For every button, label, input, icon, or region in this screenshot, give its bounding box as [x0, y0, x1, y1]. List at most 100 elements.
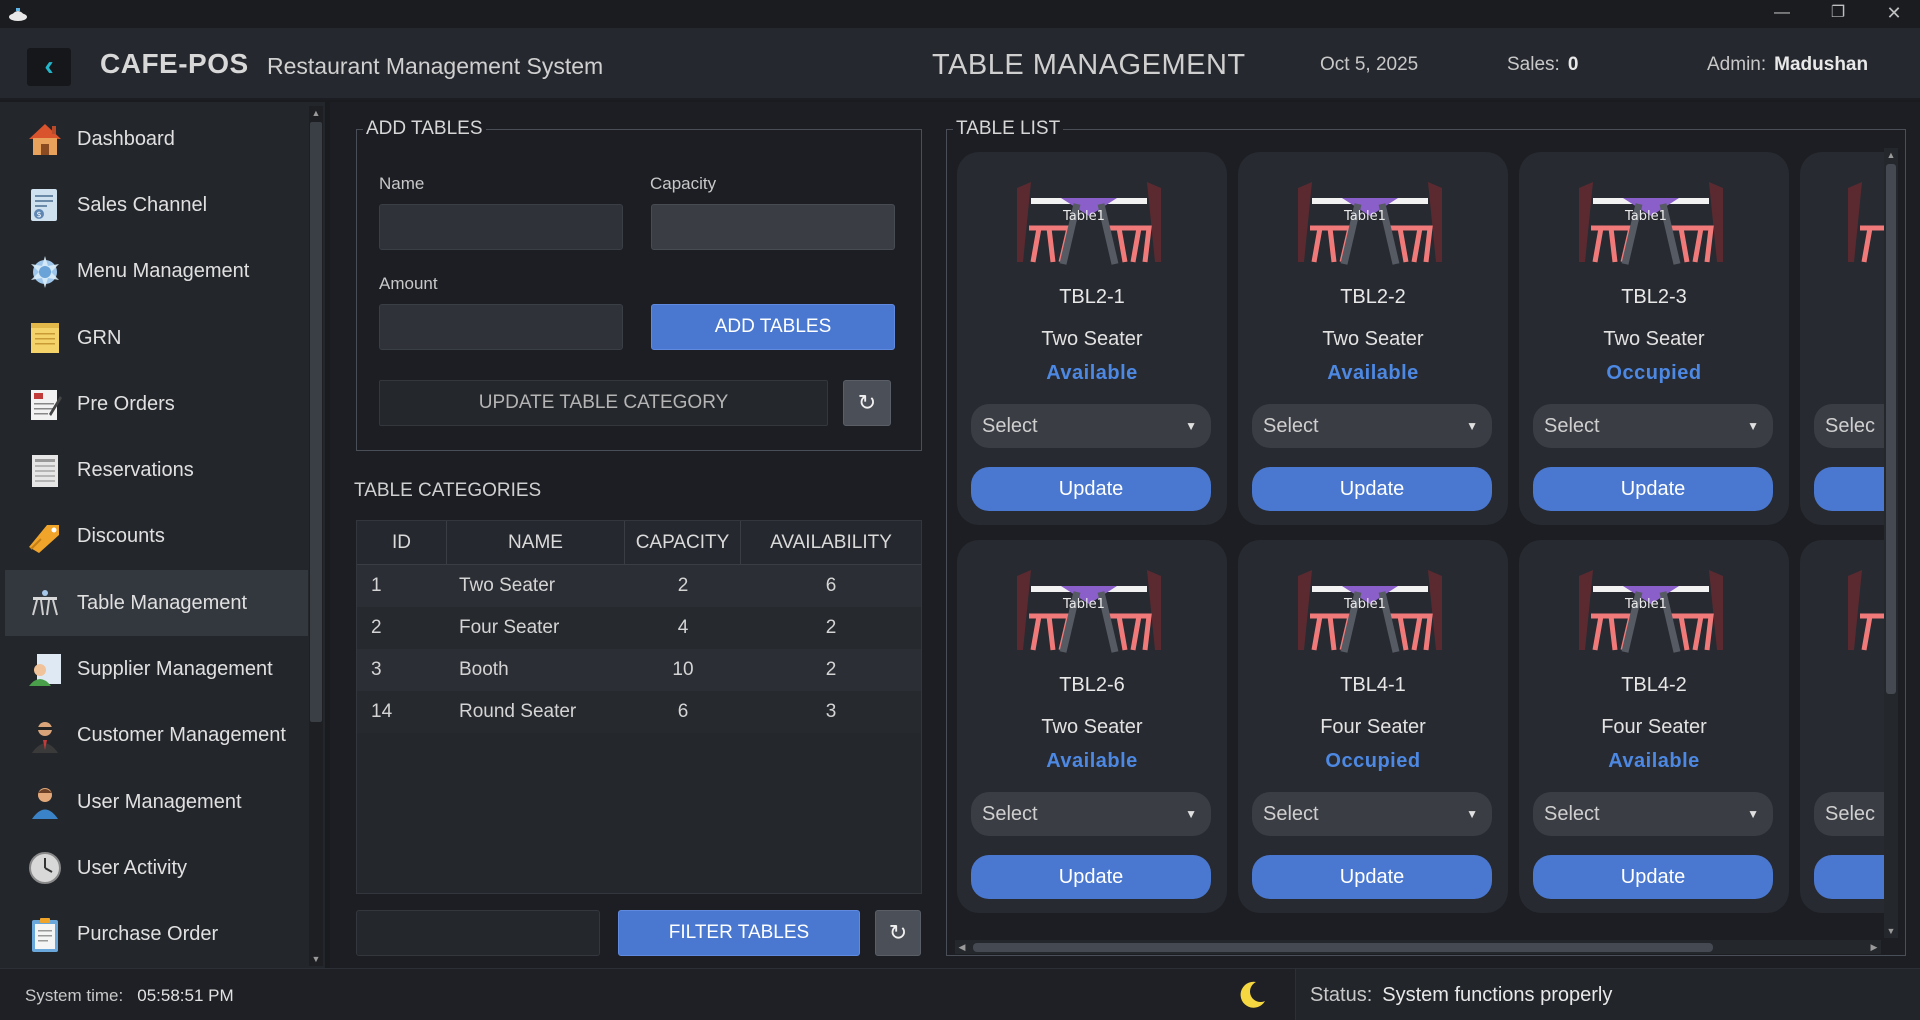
sidebar-item-sales-channel[interactable]: $ Sales Channel — [5, 172, 308, 238]
dining-table-icon — [1848, 570, 1885, 651]
table-card: Table1 TBL2-3 Two Seater Occupied Select… — [1519, 152, 1789, 525]
filter-refresh-button[interactable]: ↻ — [875, 910, 921, 956]
table-image-label: Table1 — [1062, 597, 1105, 612]
table-type: Two Seater — [1603, 328, 1705, 350]
table-row[interactable]: 2 Four Seater 4 2 — [357, 607, 921, 649]
update-button[interactable]: Update — [1533, 855, 1773, 899]
table-header-row: ID NAME CAPACITY AVAILABILITY — [357, 521, 921, 565]
select-placeholder: Select — [982, 415, 1038, 437]
select-placeholder: Select — [982, 803, 1038, 825]
filter-input[interactable] — [356, 910, 600, 956]
caret-down-icon: ▼ — [1185, 807, 1197, 821]
scroll-up-arrow-icon[interactable]: ▲ — [309, 106, 323, 120]
table-image-label: Table1 — [1343, 597, 1386, 612]
admin-indicator: Admin: Madushan — [1707, 54, 1868, 76]
scrollbar-thumb[interactable] — [973, 943, 1713, 952]
status-select[interactable]: Selec — [1814, 792, 1885, 836]
name-input[interactable] — [379, 204, 623, 250]
sidebar-item-reservations[interactable]: Reservations — [5, 437, 308, 503]
status-select[interactable]: Select ▼ — [971, 792, 1211, 836]
scroll-up-arrow-icon[interactable]: ▲ — [1884, 148, 1898, 162]
status-select[interactable]: Selec — [1814, 404, 1885, 448]
cell-name: Round Seater — [459, 701, 577, 722]
scroll-down-arrow-icon[interactable]: ▼ — [309, 952, 323, 966]
table-list-vertical-scrollbar[interactable]: ▲ ▼ — [1884, 148, 1898, 938]
update-button[interactable]: Update — [971, 467, 1211, 511]
table-row[interactable]: 3 Booth 10 2 — [357, 649, 921, 691]
main-content: ADD TABLES Name Capacity Amount ADD TABL… — [330, 102, 1920, 968]
sidebar-item-discounts[interactable]: Discounts — [5, 504, 308, 570]
status-panel: Status: System functions properly — [1295, 969, 1920, 1020]
scrollbar-thumb[interactable] — [310, 122, 322, 722]
column-header-availability[interactable]: AVAILABILITY — [741, 521, 921, 564]
column-header-name[interactable]: NAME — [447, 521, 625, 564]
sales-value: 0 — [1567, 54, 1579, 75]
table-image-label: Table1 — [1062, 209, 1105, 224]
sidebar-item-grn[interactable]: GRN — [5, 305, 308, 371]
sidebar-item-user-management[interactable]: User Management — [5, 769, 308, 835]
table-type: Four Seater — [1601, 716, 1707, 738]
update-button[interactable] — [1814, 855, 1885, 899]
caret-down-icon: ▼ — [1747, 419, 1759, 433]
caret-down-icon: ▼ — [1747, 807, 1759, 821]
status-select[interactable]: Select ▼ — [971, 404, 1211, 448]
system-time: System time: 05:58:51 PM — [25, 986, 234, 1006]
scroll-down-arrow-icon[interactable]: ▼ — [1884, 924, 1898, 938]
table-row[interactable]: 1 Two Seater 2 6 — [357, 565, 921, 607]
column-header-id[interactable]: ID — [357, 521, 447, 564]
sidebar-item-label: Table Management — [77, 591, 248, 614]
sidebar-item-menu-management[interactable]: Menu Management — [5, 239, 308, 305]
status-select[interactable]: Select ▼ — [1533, 792, 1773, 836]
table-card: Table1 TBL4-2 Four Seater Available Sele… — [1519, 540, 1789, 913]
update-button[interactable]: Update — [971, 855, 1211, 899]
refresh-button[interactable]: ↻ — [843, 380, 891, 426]
scrollbar-thumb[interactable] — [1886, 164, 1896, 694]
capacity-select[interactable] — [651, 204, 895, 250]
select-placeholder: Select — [1544, 415, 1600, 437]
sidebar-scrollbar[interactable]: ▲ ▼ — [309, 106, 323, 966]
update-button[interactable]: Update — [1252, 855, 1492, 899]
sidebar-item-pre-orders[interactable]: Pre Orders — [5, 371, 308, 437]
add-tables-button[interactable]: ADD TABLES — [651, 304, 895, 350]
table-card: Table1 TBL4-1 Four Seater Occupied Selec… — [1238, 540, 1508, 913]
sidebar-item-dashboard[interactable]: Dashboard — [5, 106, 308, 172]
filter-tables-button[interactable]: FILTER TABLES — [618, 910, 860, 956]
sidebar-item-table-management[interactable]: Table Management — [5, 570, 308, 637]
select-placeholder: Select — [1263, 803, 1319, 825]
update-table-category-button[interactable]: UPDATE TABLE CATEGORY — [379, 380, 828, 426]
minimize-button[interactable]: — — [1754, 0, 1810, 28]
update-button[interactable]: Update — [1533, 467, 1773, 511]
sidebar-item-label: Customer Management — [77, 724, 286, 747]
scroll-right-arrow-icon[interactable]: ▶ — [1867, 940, 1881, 954]
refresh-icon: ↻ — [857, 390, 877, 415]
sidebar-item-supplier-management[interactable]: Supplier Management — [5, 636, 308, 702]
status-select[interactable]: Select ▼ — [1252, 792, 1492, 836]
cell-availability: 2 — [825, 617, 837, 638]
cell-capacity: 10 — [672, 659, 694, 680]
menu-icon — [25, 252, 65, 292]
table-row[interactable]: 14 Round Seater 6 3 — [357, 691, 921, 733]
amount-input[interactable] — [379, 304, 623, 350]
back-button[interactable]: ‹ — [27, 48, 71, 86]
scroll-left-arrow-icon[interactable]: ◀ — [955, 940, 969, 954]
sidebar-item-label: Sales Channel — [77, 193, 208, 216]
close-button[interactable]: ✕ — [1866, 0, 1920, 28]
status-select[interactable]: Select ▼ — [1252, 404, 1492, 448]
table-list-horizontal-scrollbar[interactable]: ◀ ▶ — [955, 940, 1881, 954]
dining-table-icon: Table1 — [1017, 570, 1161, 653]
moon-icon[interactable] — [1236, 979, 1268, 1011]
cell-capacity: 6 — [677, 701, 689, 722]
status-select[interactable]: Select ▼ — [1533, 404, 1773, 448]
table-image-label: Table1 — [1624, 597, 1667, 612]
sidebar-item-user-activity[interactable]: User Activity — [5, 835, 308, 901]
restore-button[interactable]: ❐ — [1810, 0, 1866, 28]
update-button[interactable] — [1814, 467, 1885, 511]
sidebar-item-label: User Management — [77, 790, 242, 813]
select-placeholder: Select — [1263, 415, 1319, 437]
update-button[interactable]: Update — [1252, 467, 1492, 511]
column-header-capacity[interactable]: CAPACITY — [625, 521, 741, 564]
table-status: Occupied — [1325, 750, 1421, 772]
sidebar-item-customer-management[interactable]: Customer Management — [5, 703, 308, 769]
table-status: Available — [1046, 750, 1138, 772]
sidebar-item-purchase-order[interactable]: Purchase Order — [5, 902, 308, 964]
